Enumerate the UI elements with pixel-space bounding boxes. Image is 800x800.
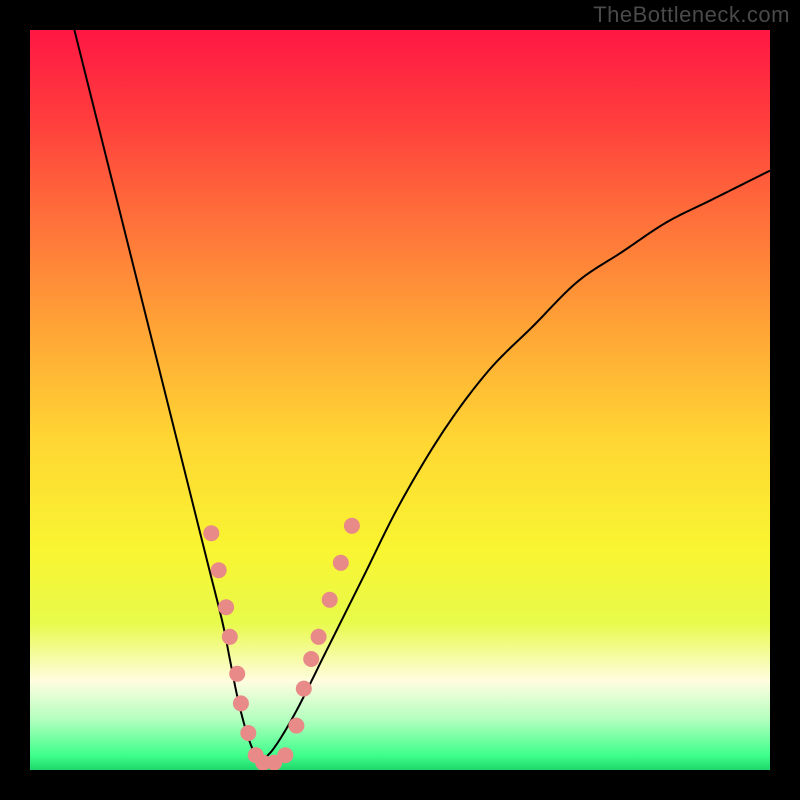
marker-dot bbox=[222, 629, 238, 645]
gradient-background bbox=[30, 30, 770, 770]
marker-dot bbox=[311, 629, 327, 645]
marker-dot bbox=[277, 747, 293, 763]
marker-dot bbox=[296, 681, 312, 697]
marker-dot bbox=[344, 518, 360, 534]
marker-dot bbox=[229, 666, 245, 682]
chart-svg bbox=[30, 30, 770, 770]
marker-dot bbox=[322, 592, 338, 608]
marker-dot bbox=[211, 562, 227, 578]
marker-dot bbox=[203, 525, 219, 541]
chart-container: TheBottleneck.com bbox=[0, 0, 800, 800]
watermark-text: TheBottleneck.com bbox=[593, 2, 790, 28]
marker-dot bbox=[303, 651, 319, 667]
marker-dot bbox=[288, 718, 304, 734]
marker-dot bbox=[333, 555, 349, 571]
marker-dot bbox=[240, 725, 256, 741]
marker-dot bbox=[218, 599, 234, 615]
plot-area bbox=[30, 30, 770, 770]
marker-dot bbox=[233, 695, 249, 711]
